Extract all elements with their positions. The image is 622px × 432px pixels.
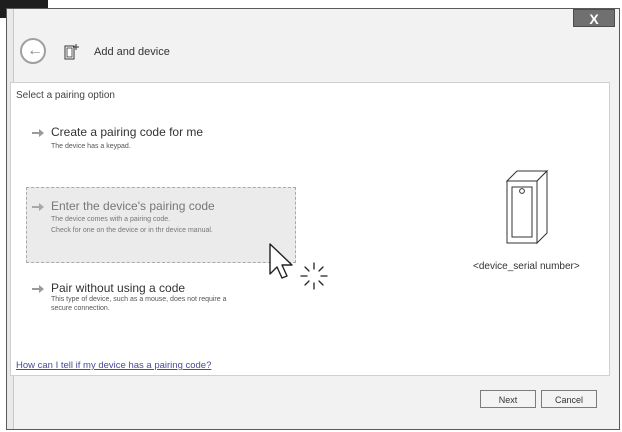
option-description: The device has a keypad. [51, 141, 131, 152]
option-title: Create a pairing code for me [51, 125, 204, 139]
option-description-line: The device comes with a pairing code. [51, 216, 171, 223]
arrow-right-icon [32, 285, 44, 293]
option-description-line: secure connection. [51, 305, 110, 312]
arrow-right-icon [32, 203, 44, 211]
cancel-button[interactable]: Cancel [541, 390, 597, 408]
next-button[interactable]: Next [480, 390, 536, 408]
device-icon [64, 44, 79, 60]
option-description-line: This type of device, such as a mouse, do… [51, 296, 227, 303]
option-description: The device comes with a pairing code. Ch… [51, 214, 213, 236]
arrow-right-icon [32, 129, 44, 137]
dialog-header: ← Add and device [8, 22, 616, 78]
option-description: This type of device, such as a mouse, do… [51, 295, 227, 313]
option-title: Pair without using a code [51, 281, 186, 295]
device-tower-icon [505, 169, 549, 245]
dialog-footer: Next Cancel [10, 378, 610, 416]
help-link[interactable]: How can I tell if my device has a pairin… [16, 360, 211, 371]
back-button[interactable]: ← [20, 38, 46, 64]
section-title: Select a pairing option [16, 90, 115, 101]
dialog-title: Add and device [94, 46, 170, 58]
option-title: Enter the device's pairing code [51, 199, 215, 213]
content-panel: Select a pairing option Create a pairing… [10, 82, 610, 376]
back-arrow-icon: ← [27, 42, 43, 59]
option-description-line: Check for one on the device or in thr de… [51, 227, 213, 234]
cursor-icon [269, 243, 293, 279]
click-sparkle-icon [300, 262, 328, 290]
device-serial-label: <device_serial number> [473, 261, 580, 272]
option-description-line: The device has a keypad. [51, 143, 131, 150]
